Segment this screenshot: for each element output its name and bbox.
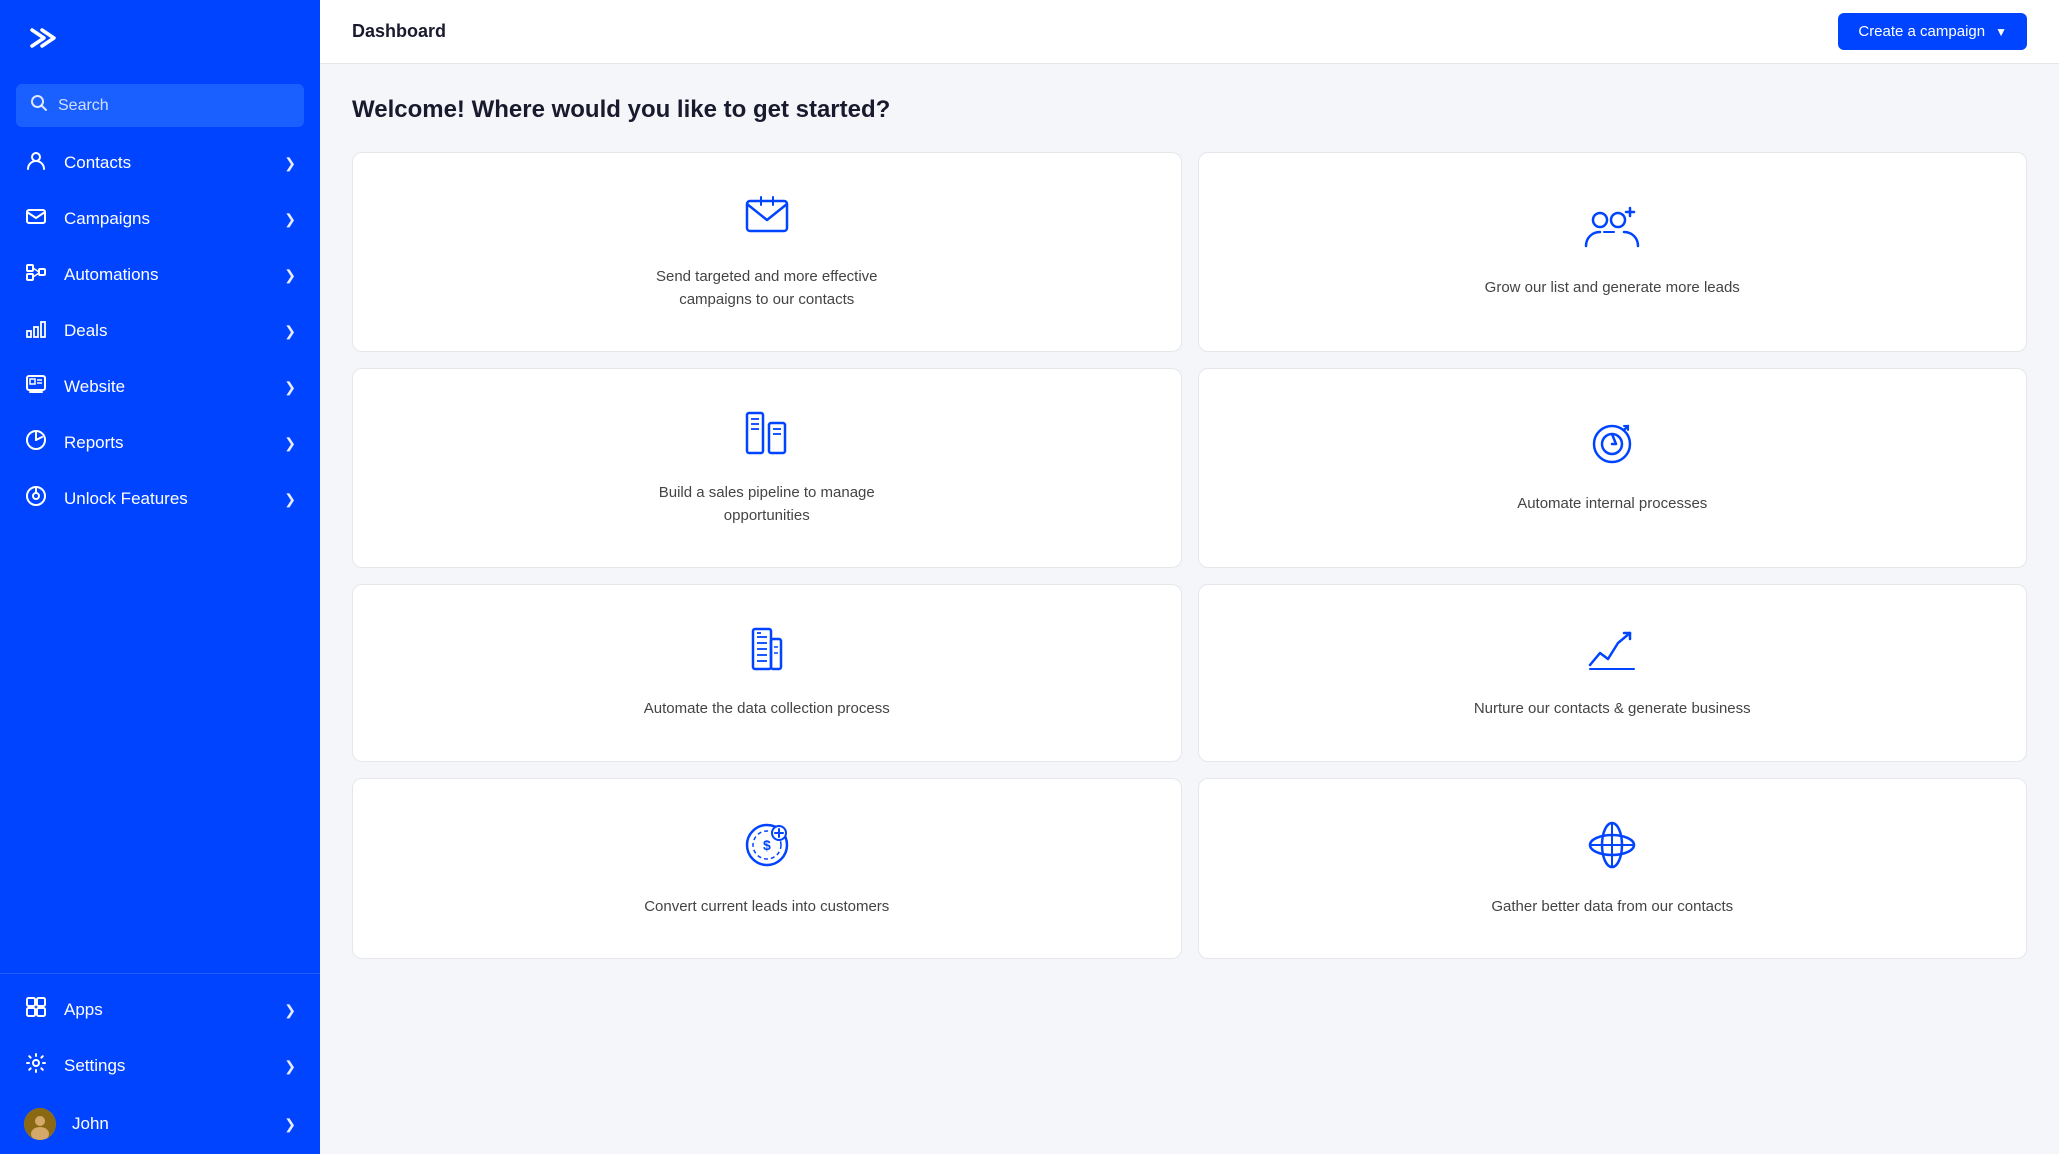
pipeline-icon (741, 409, 793, 464)
contacts-chevron: ❯ (284, 155, 296, 172)
create-campaign-button[interactable]: Create a campaign ▼ (1838, 13, 2027, 50)
sidebar-item-apps[interactable]: Apps ❯ (0, 982, 320, 1038)
automations-chevron: ❯ (284, 267, 296, 284)
card-campaigns[interactable]: Send targeted and more effective campaig… (352, 152, 1182, 352)
campaigns-icon (24, 205, 48, 233)
website-chevron: ❯ (284, 379, 296, 396)
sidebar-item-contacts[interactable]: Contacts ❯ (0, 135, 320, 191)
convert-card-text: Convert current leads into customers (644, 896, 889, 919)
deals-chevron: ❯ (284, 323, 296, 340)
dashboard-content: Welcome! Where would you like to get sta… (320, 64, 2059, 1154)
deals-icon (24, 317, 48, 345)
apps-label: Apps (64, 1000, 268, 1020)
settings-icon (24, 1052, 48, 1080)
leads-card-text: Grow our list and generate more leads (1485, 277, 1740, 300)
card-nurture[interactable]: Nurture our contacts & generate business (1198, 584, 2028, 762)
gather-card-text: Gather better data from our contacts (1491, 896, 1733, 919)
svg-text:$: $ (763, 837, 771, 853)
cards-grid: Send targeted and more effective campaig… (352, 152, 2027, 959)
website-label: Website (64, 377, 268, 397)
nurture-icon (1586, 625, 1638, 680)
sidebar-item-reports[interactable]: Reports ❯ (0, 415, 320, 471)
search-input[interactable] (58, 97, 290, 115)
user-avatar (24, 1108, 56, 1140)
main-area: Dashboard Create a campaign ▼ Welcome! W… (320, 0, 2059, 1154)
logo-icon (24, 20, 60, 64)
sidebar: Contacts ❯ Campaigns ❯ Automations ❯ (0, 0, 320, 1154)
email-campaigns-icon (741, 193, 793, 248)
sidebar-item-automations[interactable]: Automations ❯ (0, 247, 320, 303)
automate-card-text: Automate internal processes (1517, 493, 1707, 516)
contacts-icon (24, 149, 48, 177)
apps-chevron: ❯ (284, 1002, 296, 1019)
deals-label: Deals (64, 321, 268, 341)
card-automate[interactable]: Automate internal processes (1198, 368, 2028, 568)
reports-chevron: ❯ (284, 435, 296, 452)
pipeline-card-text: Build a sales pipeline to manage opportu… (627, 482, 907, 527)
create-btn-chevron-icon: ▼ (1995, 25, 2007, 39)
nav-divider-1 (0, 973, 320, 974)
reports-label: Reports (64, 433, 268, 453)
sidebar-item-campaigns[interactable]: Campaigns ❯ (0, 191, 320, 247)
card-leads[interactable]: Grow our list and generate more leads (1198, 152, 2028, 352)
data-icon (741, 625, 793, 680)
leads-icon (1584, 204, 1640, 259)
search-icon (30, 94, 48, 117)
unlock-icon (24, 485, 48, 513)
page-title: Dashboard (352, 21, 446, 42)
website-icon (24, 373, 48, 401)
campaigns-card-text: Send targeted and more effective campaig… (627, 266, 907, 311)
contacts-label: Contacts (64, 153, 268, 173)
sidebar-item-deals[interactable]: Deals ❯ (0, 303, 320, 359)
create-btn-label: Create a campaign (1858, 23, 1985, 40)
nurture-card-text: Nurture our contacts & generate business (1474, 698, 1751, 721)
data-card-text: Automate the data collection process (644, 698, 890, 721)
gather-icon (1586, 819, 1638, 878)
john-chevron: ❯ (284, 1116, 296, 1133)
header: Dashboard Create a campaign ▼ (320, 0, 2059, 64)
card-pipeline[interactable]: Build a sales pipeline to manage opportu… (352, 368, 1182, 568)
john-label: John (72, 1114, 268, 1134)
card-gather[interactable]: Gather better data from our contacts (1198, 778, 2028, 960)
automations-icon (24, 261, 48, 289)
sidebar-logo[interactable] (0, 0, 320, 84)
reports-icon (24, 429, 48, 457)
sidebar-item-website[interactable]: Website ❯ (0, 359, 320, 415)
sidebar-item-unlock[interactable]: Unlock Features ❯ (0, 471, 320, 527)
card-convert[interactable]: $ Convert current leads into customers (352, 778, 1182, 960)
unlock-label: Unlock Features (64, 489, 268, 509)
search-box[interactable] (16, 84, 304, 127)
sidebar-item-john[interactable]: John ❯ (0, 1094, 320, 1154)
card-data[interactable]: Automate the data collection process (352, 584, 1182, 762)
settings-chevron: ❯ (284, 1058, 296, 1075)
automations-label: Automations (64, 265, 268, 285)
sidebar-item-settings[interactable]: Settings ❯ (0, 1038, 320, 1094)
apps-icon (24, 996, 48, 1024)
sidebar-bottom: Apps ❯ Settings ❯ John ❯ (0, 965, 320, 1154)
campaigns-label: Campaigns (64, 209, 268, 229)
unlock-chevron: ❯ (284, 491, 296, 508)
campaigns-chevron: ❯ (284, 211, 296, 228)
convert-icon: $ (741, 819, 793, 878)
welcome-title: Welcome! Where would you like to get sta… (352, 96, 2027, 124)
automate-icon (1586, 420, 1638, 475)
settings-label: Settings (64, 1056, 268, 1076)
